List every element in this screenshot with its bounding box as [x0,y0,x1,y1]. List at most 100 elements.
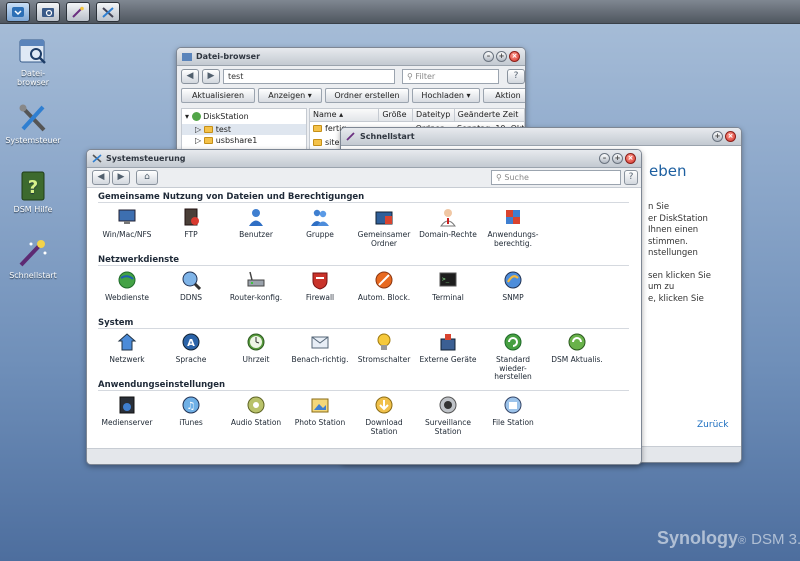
folder-icon [203,137,213,144]
filter-input[interactable]: ⚲ Filter [402,69,499,84]
forward-button[interactable]: ▶ [112,170,130,185]
control-item-download-station[interactable]: Download Station [353,395,415,436]
tree-item[interactable]: ▷ usbshare1 [182,135,306,146]
svg-text:>_: >_ [442,276,450,283]
control-item-restore-defaults[interactable]: Standard wieder- herstellen [482,332,544,382]
close-button[interactable]: × [725,131,736,142]
control-item-audio-station[interactable]: Audio Station [225,395,287,428]
taskbar-quickstart-button[interactable] [66,1,90,22]
main-menu-button[interactable] [6,1,30,22]
close-button[interactable]: × [625,153,636,164]
desktop-icon-file-browser[interactable]: Datei- browser [0,36,68,87]
back-button[interactable]: ◀ [181,69,199,84]
action-dropdown[interactable]: Aktion [483,88,525,103]
control-item-surveillance-station[interactable]: Surveillance Station [417,395,479,436]
refresh-button[interactable]: Aktualisieren [181,88,255,103]
control-item-label: Firewall [305,293,335,302]
control-item-web-services[interactable]: Webdienste [96,270,158,303]
control-item-label: Gemeinsamer Ordner [357,230,411,248]
user-icon [249,209,263,226]
desktop-icon-dsm-help[interactable]: ? DSM Hilfe [0,170,68,214]
path-input[interactable]: test [223,69,395,84]
quickstart-heading: eben [649,162,687,180]
file-browser-icon [19,39,46,64]
control-item-router[interactable]: Router-konfig. [225,270,287,303]
control-item-group[interactable]: Gruppe [289,207,351,240]
control-item-notification[interactable]: Benach-richtig. [289,332,351,365]
surveillance-station-icon [439,396,457,414]
column-type[interactable]: Dateityp [413,109,455,121]
column-name[interactable]: Name ▴ [310,109,380,121]
control-item-win-mac-nfs[interactable]: Win/Mac/NFS [96,207,158,240]
ftp-icon [184,208,199,226]
control-item-itunes[interactable]: ♫ iTunes [160,395,222,428]
control-item-user[interactable]: Benutzer [225,207,287,240]
home-button[interactable]: ⌂ [136,170,158,185]
control-item-language[interactable]: A Sprache [160,332,222,365]
maximize-button[interactable]: + [612,153,623,164]
control-item-external-devices[interactable]: Externe Geräte [417,332,479,365]
control-item-app-privileges[interactable]: Anwendungs- berechtig. [482,207,544,248]
control-item-label: iTunes [179,418,203,427]
control-item-ddns[interactable]: DDNS [160,270,222,303]
control-item-label: Sprache [175,355,207,364]
tree-item[interactable]: ▷ test [182,124,306,135]
taskbar-file-browser-button[interactable] [36,1,60,22]
shared-folder-icon [375,211,393,225]
text-line: Ihnen einen [648,225,699,235]
help-button[interactable]: ? [507,69,525,84]
column-modified[interactable]: Geänderte Zeit [455,109,524,121]
control-item-terminal[interactable]: >_ Terminal [417,270,479,303]
back-link[interactable]: Zurück [697,420,728,430]
maximize-button[interactable]: + [496,51,507,62]
control-item-shared-folder[interactable]: Gemeinsamer Ordner [353,207,415,248]
control-item-label: Autom. Block. [357,293,411,302]
control-item-power[interactable]: Stromschalter [353,332,415,365]
control-item-label: Audio Station [230,418,282,427]
control-item-label: Photo Station [294,418,346,427]
tree-item-label: test [215,125,232,134]
control-panel-toolbar: ◀ ▶ ⌂ ⚲ Suche ? [87,168,641,188]
control-item-file-station[interactable]: File Station [482,395,544,428]
section-divider [98,390,629,391]
web-services-icon [118,271,136,289]
folder-icon [313,139,322,146]
control-item-photo-station[interactable]: Photo Station [289,395,351,428]
help-button[interactable]: ? [624,170,638,185]
control-panel-titlebar[interactable]: Systemsteuerung – + × [87,150,641,168]
quickstart-titlebar[interactable]: Schnellstart + × [341,128,741,146]
desktop-icon-control-panel[interactable]: Systemsteuer [0,103,68,145]
new-folder-button[interactable]: Ordner erstellen [325,88,409,103]
taskbar-control-panel-button[interactable] [96,1,120,22]
view-dropdown[interactable]: Anzeigen ▾ [258,88,322,103]
control-item-snmp[interactable]: SNMP [482,270,544,303]
control-item-time[interactable]: Uhrzeit [225,332,287,365]
diskstation-icon [191,112,201,121]
control-item-firewall[interactable]: Firewall [289,270,351,303]
clock-icon [247,333,265,351]
control-item-label: Standard wieder- herstellen [494,355,532,381]
synology-logo: Synology® DSM 3.0 [657,528,800,549]
desktop-icon-quickstart[interactable]: Schnellstart [0,238,68,280]
control-item-dsm-update[interactable]: DSM Aktualis. [546,332,608,365]
minimize-button[interactable]: – [599,153,610,164]
control-item-auto-block[interactable]: Autom. Block. [353,270,415,303]
search-placeholder: Suche [504,173,529,182]
back-button[interactable]: ◀ [92,170,110,185]
control-item-domain-rights[interactable]: Domain-Rechte [417,207,479,240]
section-title: System [98,318,134,328]
control-panel-icon [19,104,46,132]
upload-dropdown[interactable]: Hochladen ▾ [412,88,480,103]
folder-search-icon [42,7,54,17]
tree-root[interactable]: ▾ DiskStation [182,109,306,124]
forward-button[interactable]: ▶ [202,69,220,84]
close-button[interactable]: × [509,51,520,62]
search-input[interactable]: ⚲ Suche [491,170,621,185]
minimize-button[interactable]: – [483,51,494,62]
maximize-button[interactable]: + [712,131,723,142]
file-browser-titlebar[interactable]: Datei-browser – + × [177,48,525,66]
column-size[interactable]: Größe [379,109,414,121]
control-item-network[interactable]: Netzwerk [96,332,158,365]
control-item-ftp[interactable]: FTP [160,207,222,240]
control-item-media-server[interactable]: Medienserver [96,395,158,428]
